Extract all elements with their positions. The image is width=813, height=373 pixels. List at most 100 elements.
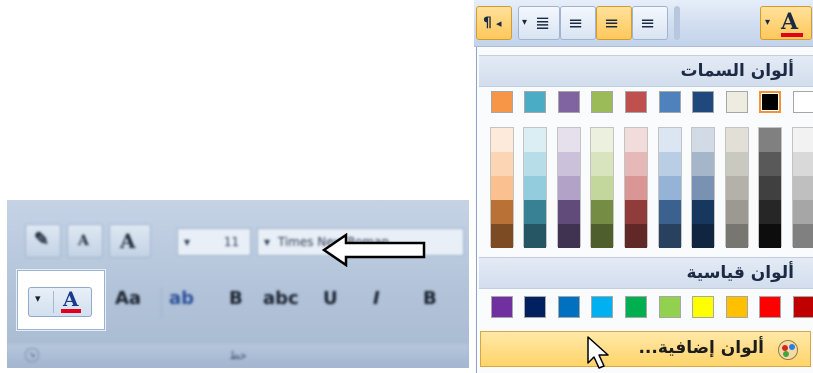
- tint-swatch[interactable]: [692, 152, 715, 176]
- font-name-dropdown-icon: ▾: [264, 235, 271, 249]
- tint-swatch[interactable]: [490, 176, 513, 200]
- theme-color-swatch[interactable]: [524, 91, 547, 113]
- tint-swatch[interactable]: [725, 128, 748, 152]
- theme-color-swatch[interactable]: [658, 91, 681, 113]
- chevron-down-icon: ▾: [522, 17, 528, 28]
- tint-swatch[interactable]: [557, 176, 580, 200]
- tint-swatch[interactable]: [490, 200, 513, 224]
- underline-icon[interactable]: U: [323, 288, 338, 309]
- tint-swatch[interactable]: [725, 176, 748, 200]
- tint-swatch[interactable]: [759, 128, 782, 152]
- tint-swatch[interactable]: [591, 128, 614, 152]
- theme-color-swatch[interactable]: [591, 91, 614, 113]
- clear-formatting-button[interactable]: ✎: [25, 224, 61, 258]
- standard-color-swatch[interactable]: [557, 296, 580, 318]
- standard-color-swatch[interactable]: [625, 296, 647, 318]
- shrink-font-button[interactable]: A: [67, 224, 103, 258]
- tint-swatch[interactable]: [725, 152, 748, 176]
- dialog-launcher-icon[interactable]: ↘: [25, 348, 39, 362]
- theme-color-swatch[interactable]: [625, 91, 647, 113]
- tint-swatch[interactable]: [524, 152, 547, 176]
- tint-swatch[interactable]: [658, 176, 681, 200]
- tint-swatch[interactable]: [793, 200, 813, 224]
- tint-swatch[interactable]: [625, 176, 647, 200]
- align-center-button[interactable]: ≡: [596, 6, 632, 40]
- standard-color-swatch[interactable]: [725, 296, 748, 318]
- tint-swatch[interactable]: [524, 224, 547, 248]
- tint-swatch[interactable]: [793, 176, 813, 200]
- theme-color-swatch[interactable]: [692, 91, 715, 113]
- tint-swatch[interactable]: [524, 200, 547, 224]
- font-color-toolbar-button[interactable]: ▾ A: [760, 6, 812, 40]
- tint-swatch[interactable]: [524, 128, 547, 152]
- tint-column: [590, 127, 615, 248]
- bold-icon[interactable]: B: [229, 288, 243, 309]
- tint-swatch[interactable]: [625, 200, 647, 224]
- standard-color-swatch[interactable]: [759, 296, 782, 318]
- tint-swatch[interactable]: [692, 176, 715, 200]
- tint-swatch[interactable]: [692, 128, 715, 152]
- tint-swatch[interactable]: [490, 152, 513, 176]
- tint-swatch[interactable]: [591, 224, 614, 248]
- align-left-button[interactable]: ≡: [560, 6, 596, 40]
- tint-swatch[interactable]: [759, 224, 782, 248]
- tint-swatch[interactable]: [557, 224, 580, 248]
- tint-swatch[interactable]: [759, 200, 782, 224]
- tint-swatch[interactable]: [793, 224, 813, 248]
- tint-swatch[interactable]: [557, 152, 580, 176]
- color-menu: ألوان السمات ألوان قياسية: [476, 47, 813, 373]
- font-size-combo[interactable]: ▾ 11: [177, 228, 251, 256]
- theme-color-swatch[interactable]: [490, 91, 513, 113]
- theme-color-swatch[interactable]: [725, 91, 748, 113]
- standard-color-swatch[interactable]: [591, 296, 614, 318]
- tint-swatch[interactable]: [557, 200, 580, 224]
- font-color-highlight-box: ▾ A: [17, 270, 105, 330]
- tint-swatch[interactable]: [793, 152, 813, 176]
- align-right-button[interactable]: ≡: [632, 6, 668, 40]
- tint-column: [489, 127, 514, 248]
- tint-swatch[interactable]: [591, 176, 614, 200]
- bold-b-icon[interactable]: B: [423, 288, 437, 309]
- tint-swatch[interactable]: [658, 128, 681, 152]
- tint-swatch[interactable]: [591, 200, 614, 224]
- tint-swatch[interactable]: [759, 176, 782, 200]
- strikethrough-icon[interactable]: abc: [263, 288, 299, 309]
- theme-color-swatch[interactable]: [793, 91, 813, 113]
- tint-swatch[interactable]: [658, 152, 681, 176]
- rtl-paragraph-button[interactable]: ¶ ◂: [476, 6, 512, 40]
- grow-font-icon: A: [120, 229, 136, 253]
- standard-color-swatch[interactable]: [692, 296, 715, 318]
- chevron-down-icon[interactable]: ▾: [35, 292, 41, 305]
- tint-swatch[interactable]: [793, 128, 813, 152]
- font-color-button[interactable]: ▾ A: [28, 287, 92, 317]
- tint-swatch[interactable]: [692, 224, 715, 248]
- tint-swatch[interactable]: [557, 128, 580, 152]
- standard-color-swatch[interactable]: [793, 296, 813, 318]
- more-colors-label: ألوان إضافية...: [638, 338, 764, 358]
- standard-color-swatch[interactable]: [658, 296, 681, 318]
- italic-icon[interactable]: I: [373, 288, 380, 309]
- tint-column: [691, 127, 716, 248]
- tint-swatch[interactable]: [725, 224, 748, 248]
- tint-swatch[interactable]: [725, 200, 748, 224]
- grow-font-button[interactable]: A: [109, 224, 151, 258]
- tint-swatch[interactable]: [591, 152, 614, 176]
- theme-color-swatch[interactable]: [759, 91, 782, 113]
- tint-swatch[interactable]: [625, 224, 647, 248]
- tint-swatch[interactable]: [658, 200, 681, 224]
- tint-swatch[interactable]: [490, 128, 513, 152]
- tint-swatch[interactable]: [692, 200, 715, 224]
- standard-color-swatch[interactable]: [524, 296, 547, 318]
- tint-swatch[interactable]: [625, 152, 647, 176]
- tint-swatch[interactable]: [524, 176, 547, 200]
- theme-color-swatch[interactable]: [557, 91, 580, 113]
- tint-swatch[interactable]: [625, 128, 647, 152]
- standard-color-swatch[interactable]: [490, 296, 513, 318]
- tint-swatch[interactable]: [759, 152, 782, 176]
- change-case-icon[interactable]: Aa: [115, 288, 141, 309]
- justify-button[interactable]: ▾ ≣: [518, 6, 560, 40]
- tint-swatch[interactable]: [490, 224, 513, 248]
- tint-swatch[interactable]: [658, 224, 681, 248]
- more-colors-button[interactable]: ألوان إضافية...: [480, 331, 811, 367]
- highlight-color-icon[interactable]: ab: [169, 288, 194, 309]
